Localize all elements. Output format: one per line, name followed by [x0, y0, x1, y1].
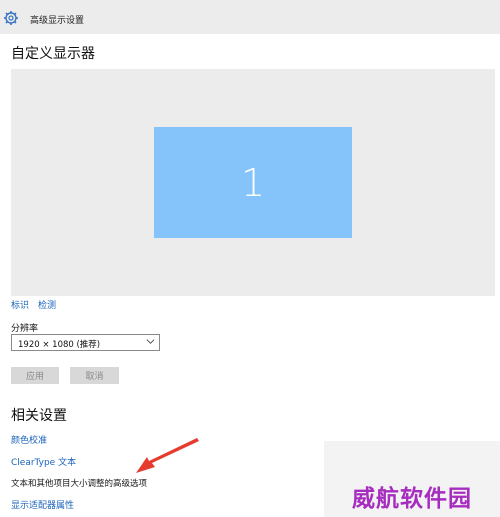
- chevron-down-icon: [146, 339, 155, 344]
- color-calibration-link[interactable]: 颜色校准: [11, 433, 47, 446]
- watermark-text: 威航软件园: [352, 486, 472, 512]
- red-arrow-icon: [136, 438, 199, 473]
- page-title: 自定义显示器: [11, 46, 95, 62]
- resolution-dropdown[interactable]: 1920 × 1080 (推荐): [11, 334, 160, 351]
- resolution-value: 1920 × 1080 (推荐): [18, 340, 101, 350]
- text-sizing-options-link[interactable]: 文本和其他项目大小调整的高级选项: [11, 477, 147, 489]
- detect-link[interactable]: 检测: [38, 298, 56, 311]
- window-title: 高级显示设置: [30, 16, 85, 26]
- apply-button[interactable]: 应用: [11, 367, 59, 384]
- gear-icon: [4, 11, 18, 25]
- display-arrangement-area: 1: [11, 69, 495, 296]
- cleartype-link[interactable]: ClearType 文本: [11, 455, 76, 468]
- adapter-properties-link[interactable]: 显示适配器属性: [11, 498, 74, 511]
- monitor-1-tile[interactable]: 1: [154, 127, 352, 238]
- resolution-label: 分辨率: [11, 324, 39, 334]
- identify-link[interactable]: 标识: [11, 298, 29, 311]
- related-settings-heading: 相关设置: [11, 408, 67, 424]
- cancel-button[interactable]: 取消: [70, 367, 119, 384]
- title-bar: 高级显示设置: [0, 0, 500, 34]
